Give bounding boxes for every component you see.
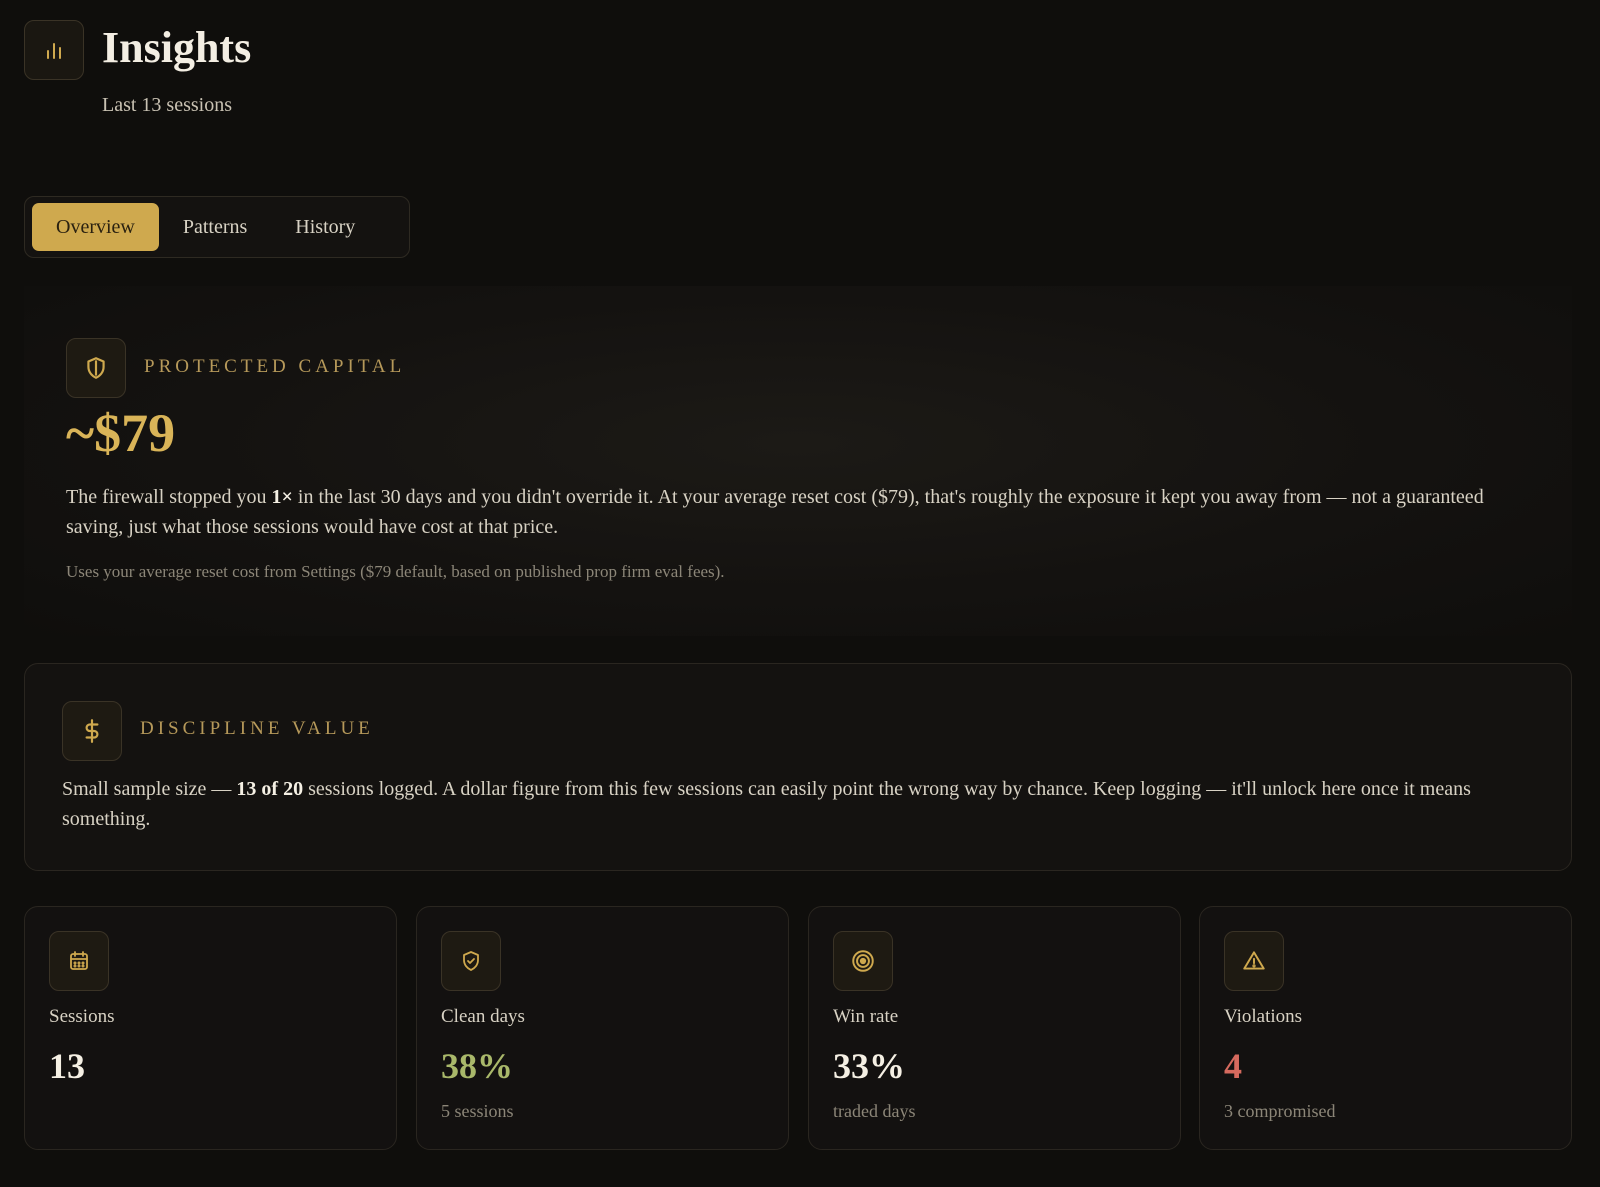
description-text: Small sample size — [62, 778, 237, 800]
stat-card-clean-days: Clean days 38% 5 sessions [416, 906, 789, 1150]
stat-label: Win rate [833, 1006, 899, 1027]
protected-capital-card: PROTECTED CAPITAL ~$79 The firewall stop… [24, 286, 1572, 636]
tab-bar: Overview Patterns History [24, 196, 410, 258]
dollar-icon [62, 701, 122, 761]
tab-overview[interactable]: Overview [32, 203, 159, 251]
target-icon [833, 931, 893, 991]
protected-capital-label: PROTECTED CAPITAL [144, 356, 406, 377]
tab-history[interactable]: History [271, 203, 379, 251]
description-text: The firewall stopped you [66, 486, 272, 508]
stat-sub: 5 sessions [441, 1101, 514, 1121]
warning-icon [1224, 931, 1284, 991]
discipline-value-description: Small sample size — 13 of 20 sessions lo… [62, 774, 1512, 834]
protected-capital-description: The firewall stopped you 1× in the last … [66, 482, 1496, 542]
shield-check-icon [441, 931, 501, 991]
stat-sub: 3 compromised [1224, 1101, 1336, 1121]
stat-card-violations: Violations 4 3 compromised [1199, 906, 1572, 1150]
discipline-value-label: DISCIPLINE VALUE [140, 718, 374, 739]
protected-capital-amount: ~$79 [66, 403, 176, 463]
stat-label: Violations [1224, 1006, 1303, 1027]
stat-card-sessions: Sessions 13 [24, 906, 397, 1150]
stat-card-win-rate: Win rate 33% traded days [808, 906, 1181, 1150]
stat-value: 33% [833, 1046, 905, 1086]
page-subtitle: Last 13 sessions [102, 94, 232, 116]
stat-label: Sessions [49, 1006, 115, 1027]
stat-value: 38% [441, 1046, 513, 1086]
sessions-logged-count: 13 of 20 [236, 778, 304, 800]
protected-capital-note: Uses your average reset cost from Settin… [66, 562, 725, 581]
discipline-value-card: DISCIPLINE VALUE Small sample size — 13 … [24, 663, 1572, 871]
stat-value: 4 [1224, 1046, 1242, 1086]
page-title: Insights [102, 23, 252, 72]
calendar-icon [49, 931, 109, 991]
stat-label: Clean days [441, 1006, 525, 1027]
stop-count: 1× [271, 486, 293, 508]
stat-sub: traded days [833, 1101, 916, 1121]
stat-value: 13 [49, 1046, 85, 1086]
tab-patterns[interactable]: Patterns [159, 203, 271, 251]
shield-icon [66, 338, 126, 398]
bar-chart-icon [24, 20, 84, 80]
